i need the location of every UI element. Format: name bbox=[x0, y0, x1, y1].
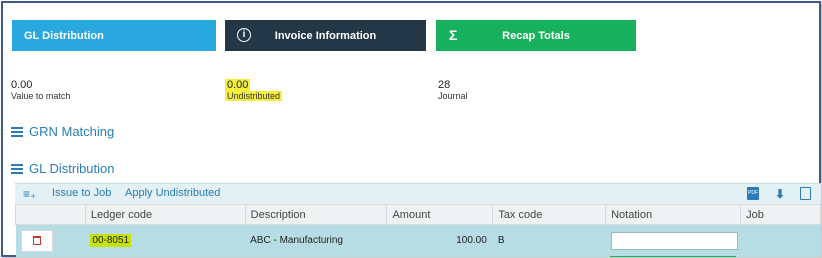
list-icon bbox=[11, 126, 23, 137]
tab-recap-totals-label: Recap Totals bbox=[502, 29, 570, 42]
column-header-actions bbox=[15, 204, 86, 225]
stat-journal: 28 Journal bbox=[438, 79, 468, 102]
grid-toolbar: ≡₊ Issue to Job Apply Undistributed PDF … bbox=[15, 183, 821, 204]
description-cell[interactable]: ABC - Manufacturing bbox=[245, 224, 387, 257]
column-header-ledger-code[interactable]: Ledger code bbox=[84, 204, 246, 225]
stat-value: 0.00 bbox=[11, 79, 33, 91]
sigma-icon: Σ bbox=[449, 27, 458, 43]
amount-cell[interactable]: 100.00 bbox=[386, 224, 493, 257]
notation-focus-underline bbox=[610, 256, 736, 257]
window-frame: GL Distribution i Invoice Information Σ … bbox=[1, 1, 821, 257]
table-row: 00-8051 ABC - Manufacturing 100.00 B bbox=[15, 224, 821, 257]
section-title: GL Distribution bbox=[29, 161, 115, 176]
tab-recap-totals[interactable]: Σ Recap Totals bbox=[436, 20, 636, 51]
issue-to-job-button[interactable]: Issue to Job bbox=[52, 187, 111, 199]
section-title: GRN Matching bbox=[29, 124, 115, 139]
list-icon bbox=[11, 163, 23, 174]
pdf-icon[interactable]: PDF bbox=[747, 187, 759, 200]
gl-distribution-table: Ledger code Description Amount Tax code … bbox=[15, 204, 821, 257]
stat-value: 28 bbox=[438, 79, 451, 91]
section-grn-matching[interactable]: GRN Matching bbox=[11, 124, 114, 139]
tab-gl-distribution[interactable]: GL Distribution bbox=[12, 20, 216, 51]
clipboard-icon[interactable] bbox=[800, 187, 811, 200]
job-cell[interactable] bbox=[740, 224, 821, 257]
tab-gl-distribution-label: GL Distribution bbox=[24, 29, 104, 42]
tax-code-cell[interactable]: B bbox=[492, 224, 606, 257]
info-icon: i bbox=[237, 28, 251, 42]
tab-invoice-information[interactable]: i Invoice Information bbox=[225, 20, 426, 51]
stat-label: Journal bbox=[438, 91, 468, 101]
ledger-code-cell[interactable]: 00-8051 bbox=[85, 224, 246, 257]
column-header-job[interactable]: Job bbox=[740, 204, 821, 225]
stat-value-to-match: 0.00 Value to match bbox=[11, 79, 70, 102]
column-header-tax-code[interactable]: Tax code bbox=[492, 204, 607, 225]
add-row-icon[interactable]: ≡₊ bbox=[23, 187, 36, 201]
column-header-amount[interactable]: Amount bbox=[386, 204, 494, 225]
table-header-row: Ledger code Description Amount Tax code … bbox=[15, 204, 821, 225]
amount-value: 100.00 bbox=[456, 235, 487, 247]
column-header-notation[interactable]: Notation bbox=[605, 204, 742, 225]
notation-cell bbox=[605, 224, 741, 257]
section-gl-distribution[interactable]: GL Distribution bbox=[11, 161, 115, 176]
row-actions-cell bbox=[15, 224, 86, 257]
stat-undistributed: 0.00 Undistributed bbox=[225, 79, 283, 102]
download-icon[interactable]: ⬇ bbox=[775, 187, 785, 201]
notation-input[interactable] bbox=[610, 231, 738, 250]
stat-label: Value to match bbox=[11, 91, 71, 101]
tab-invoice-information-label: Invoice Information bbox=[274, 29, 377, 42]
ledger-code-value: 00-8051 bbox=[90, 234, 132, 248]
stat-label: Undistributed bbox=[225, 91, 283, 101]
trash-icon bbox=[32, 236, 41, 246]
apply-undistributed-button[interactable]: Apply Undistributed bbox=[125, 187, 220, 199]
stat-value: 0.00 bbox=[225, 79, 251, 91]
column-header-description[interactable]: Description bbox=[244, 204, 388, 225]
delete-row-button[interactable] bbox=[20, 229, 53, 252]
